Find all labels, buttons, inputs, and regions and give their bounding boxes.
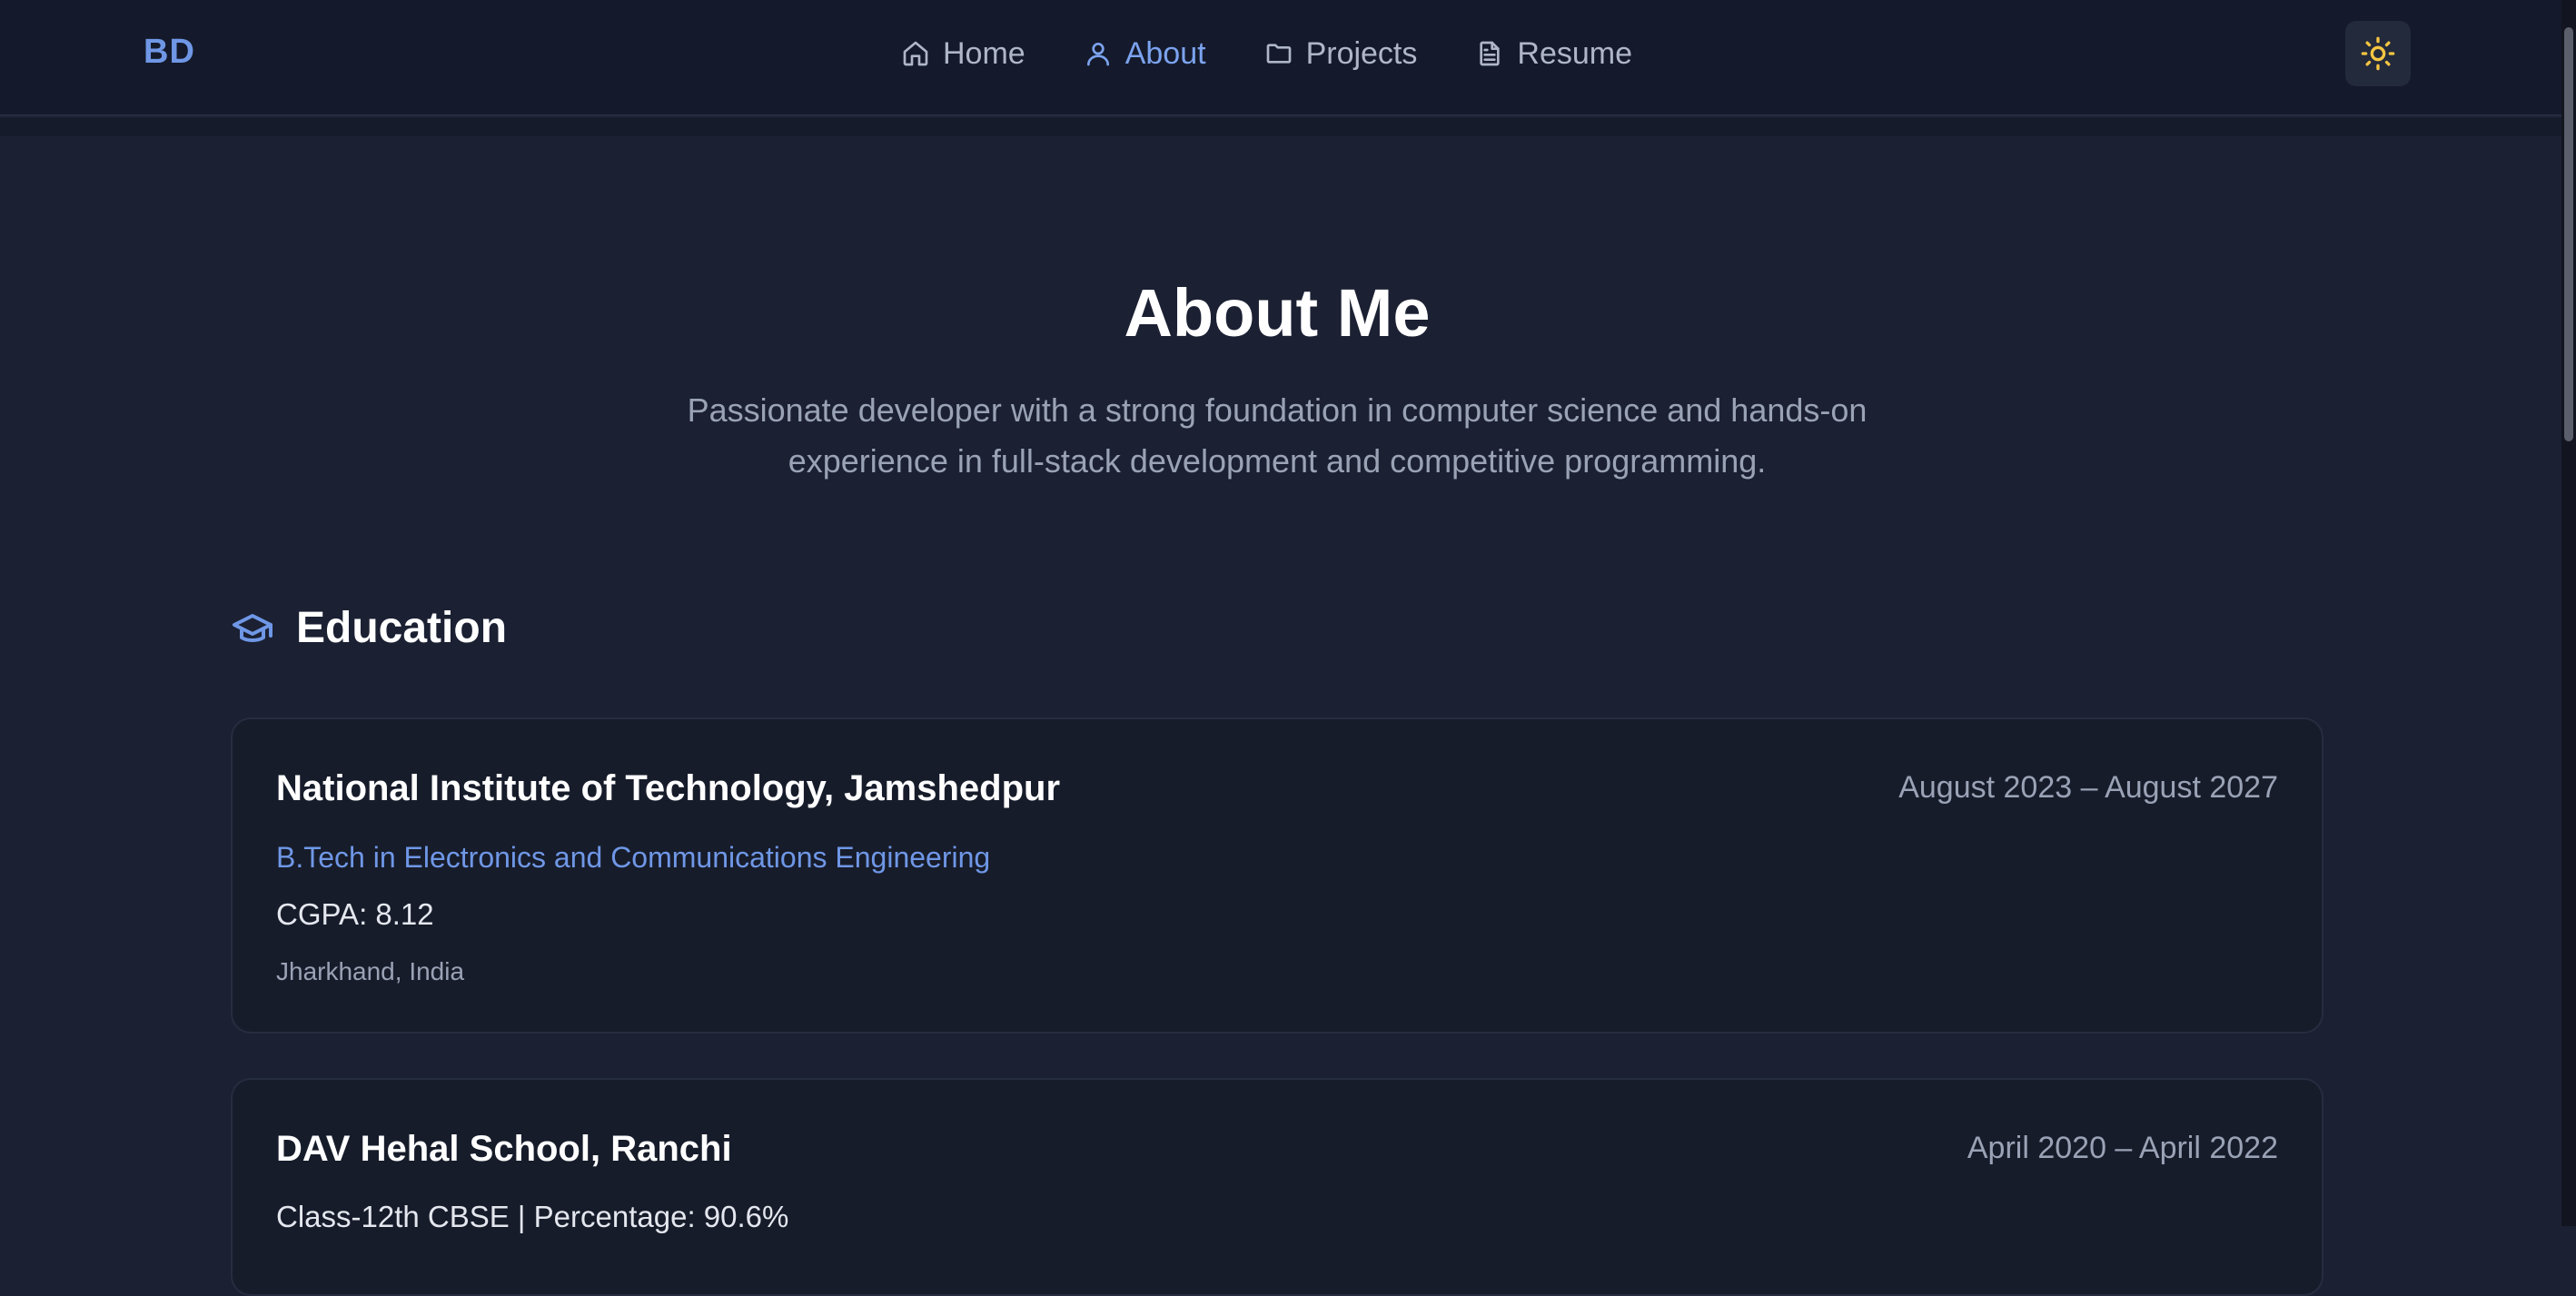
home-icon xyxy=(903,41,928,66)
institution-name: DAV Hehal School, Ranchi xyxy=(276,1129,732,1169)
nav-link-about[interactable]: About xyxy=(1084,36,1206,72)
education-heading: Education xyxy=(231,603,507,653)
user-icon xyxy=(1086,43,1109,66)
scrollbar-thumb[interactable] xyxy=(2564,27,2573,441)
education-card: National Institute of Technology, Jamshe… xyxy=(231,717,2323,1034)
nav-link-label: Home xyxy=(943,35,1025,71)
nav-links: Home About Projects Resume xyxy=(901,0,1632,107)
score: CGPA: 8.12 xyxy=(276,897,434,931)
graduation-cap-icon xyxy=(233,613,272,642)
logo[interactable]: BD xyxy=(144,33,195,72)
nav-link-label: Resume xyxy=(1517,35,1632,71)
institution-name: National Institute of Technology, Jamshe… xyxy=(276,768,1061,808)
file-text-icon xyxy=(1480,41,1501,66)
nav-link-resume[interactable]: Resume xyxy=(1475,36,1632,72)
nav-link-home[interactable]: Home xyxy=(901,36,1025,72)
page-title: About Me xyxy=(1124,275,1431,351)
nav-link-label: About xyxy=(1125,35,1206,71)
location: Jharkhand, India xyxy=(276,957,465,985)
nav-link-label: Projects xyxy=(1305,35,1418,71)
theme-toggle-button[interactable] xyxy=(2345,21,2411,86)
navbar: BD Home About Projects Resume xyxy=(0,0,2576,116)
education-dates: April 2020 – April 2022 xyxy=(1967,1131,2278,1165)
nav-link-projects[interactable]: Projects xyxy=(1264,35,1418,72)
education-card: DAV Hehal School, Ranchi April 2020 – Ap… xyxy=(231,1078,2323,1296)
page-subtitle: Passionate developer with a strong found… xyxy=(687,391,1868,480)
score: Class-12th CBSE | Percentage: 90.6% xyxy=(276,1200,789,1233)
section-title: Education xyxy=(296,604,508,652)
degree: B.Tech in Electronics and Communications… xyxy=(276,841,991,874)
folder-icon xyxy=(1266,44,1291,64)
sun-icon xyxy=(2361,36,2395,71)
navbar-divider xyxy=(0,118,2576,136)
education-dates: August 2023 – August 2027 xyxy=(1898,770,2278,805)
